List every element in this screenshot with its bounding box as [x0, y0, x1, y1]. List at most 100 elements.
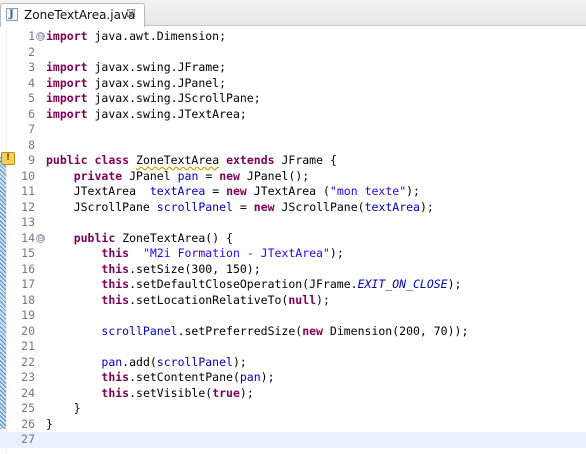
- keyword-token: import: [46, 106, 88, 121]
- code-line[interactable]: 4 import javax.swing.JPanel;: [0, 76, 586, 92]
- code-editor[interactable]: 1 ⊖ import java.awt.Dimension; 2 3 import jav…: [0, 29, 586, 448]
- keyword-token: this: [101, 277, 130, 291]
- string-token: "mon texte": [329, 184, 407, 198]
- code-token: .add(: [122, 354, 157, 369]
- code-token: ZoneTextArea: [136, 153, 220, 167]
- tab-zonetextarea-java[interactable]: J ZoneTextArea.java ☒: [0, 3, 145, 27]
- line-number: 1: [28, 29, 35, 43]
- field-token: scrollPanel: [101, 323, 178, 338]
- line-number: 2: [28, 44, 35, 59]
- code-token: );: [316, 292, 330, 307]
- code-token: =: [212, 184, 220, 198]
- code-text: this.setSize(300, 150);: [46, 261, 260, 278]
- code-line[interactable]: 8: [0, 138, 586, 154]
- line-number: 6: [28, 106, 35, 121]
- code-token: );: [406, 184, 420, 198]
- code-line[interactable]: 22 pan.add(scrollPanel);: [0, 355, 586, 371]
- line-number: 12: [21, 199, 35, 214]
- code-token: =: [205, 168, 213, 183]
- fold-toggle-icon[interactable]: ⊖: [36, 32, 45, 42]
- line-number: 13: [21, 215, 35, 229]
- code-line[interactable]: 7: [0, 122, 586, 138]
- line-number: 24: [21, 385, 35, 400]
- keyword-token: this: [101, 370, 130, 384]
- line-number: 10: [21, 168, 35, 183]
- keyword-token: import: [46, 60, 88, 74]
- field-token: scrollPanel: [156, 199, 233, 214]
- code-text: import javax.swing.JPanel;: [46, 76, 226, 92]
- line-number: 21: [21, 339, 35, 353]
- code-line[interactable]: 26}: [0, 417, 586, 433]
- keyword-token: public: [73, 230, 116, 245]
- keyword-token: this: [101, 261, 130, 276]
- code-text: JTextArea textArea = new JTextArea ("mon…: [46, 184, 420, 200]
- code-line[interactable]: 17 this.setDefaultCloseOperation(JFrame.…: [0, 277, 586, 293]
- field-token: textArea: [364, 199, 420, 214]
- code-token: JScrollPane(: [281, 199, 365, 214]
- line-number: 22: [21, 354, 35, 369]
- code-token: .setPreferredSize(: [177, 323, 303, 338]
- code-line[interactable]: 11 JTextArea textArea = new JTextArea ("…: [0, 184, 586, 200]
- keyword-token: import: [46, 29, 88, 43]
- code-token: javax.swing.JScrollPane;: [94, 91, 261, 105]
- code-line[interactable]: 9 public class ZoneTextArea extends JFram…: [0, 153, 586, 169]
- code-line[interactable]: 23 this.setContentPane(pan);: [0, 370, 586, 386]
- code-token: javax.swing.JPanel;: [94, 75, 227, 90]
- code-line[interactable]: 12 JScrollPane scrollPanel = new JScroll…: [0, 200, 586, 216]
- code-text: this.setDefaultCloseOperation(JFrame.EXI…: [46, 277, 461, 293]
- code-text: }: [46, 417, 53, 433]
- code-token: JScrollPane: [46, 199, 150, 214]
- line-number: 4: [28, 75, 35, 90]
- code-line[interactable]: 20 scrollPanel.setPreferredSize(new Dime…: [0, 324, 586, 340]
- java-editor-window: J ZoneTextArea.java ☒ ! 1 ⊖ import java.aw…: [0, 0, 586, 454]
- code-line[interactable]: 25 }: [0, 401, 586, 417]
- code-line[interactable]: 3 import javax.swing.JFrame;: [0, 60, 586, 76]
- keyword-token: null: [288, 292, 317, 307]
- keyword-token: import: [46, 75, 88, 90]
- code-token: );: [329, 246, 344, 260]
- line-number: 7: [28, 122, 35, 136]
- code-line[interactable]: 24 this.setVisible(true);: [0, 386, 586, 402]
- code-line[interactable]: 6 import javax.swing.JTextArea;: [0, 107, 586, 123]
- line-number: 17: [21, 277, 35, 291]
- code-line[interactable]: 27: [0, 432, 586, 448]
- code-text: this.setContentPane(pan);: [46, 370, 274, 386]
- line-number: 23: [21, 370, 35, 384]
- code-line[interactable]: 14 ⊖ public ZoneTextArea() {: [0, 231, 586, 247]
- tab-title: ZoneTextArea.java: [24, 8, 136, 22]
- keyword-token: new: [253, 199, 275, 214]
- editor-tab-bar: J ZoneTextArea.java ☒: [0, 0, 586, 27]
- code-line[interactable]: 10 private JPanel pan = new JPanel();: [0, 169, 586, 185]
- line-number: 9: [28, 153, 35, 167]
- code-token: .setVisible(: [129, 385, 213, 400]
- code-text: this.setLocationRelativeTo(null);: [46, 293, 330, 309]
- code-line[interactable]: 5 import javax.swing.JScrollPane;: [0, 91, 586, 107]
- code-line[interactable]: 2: [0, 45, 586, 61]
- keyword-token: this: [101, 246, 130, 260]
- code-line[interactable]: 1 ⊖ import java.awt.Dimension;: [0, 29, 586, 45]
- close-icon[interactable]: ☒: [126, 7, 136, 20]
- code-line[interactable]: 19: [0, 308, 586, 324]
- field-token: pan: [101, 354, 123, 369]
- code-token: JFrame {: [281, 153, 337, 167]
- code-token: java.awt.Dimension;: [94, 29, 227, 43]
- code-text: import java.awt.Dimension;: [46, 29, 226, 45]
- fold-toggle-icon[interactable]: ⊖: [36, 233, 45, 243]
- line-number: 5: [28, 91, 35, 105]
- code-line[interactable]: 21: [0, 339, 586, 355]
- code-line[interactable]: 18 this.setLocationRelativeTo(null);: [0, 293, 586, 309]
- code-text: JScrollPane scrollPanel = new JScrollPan…: [46, 200, 434, 216]
- line-number: 14: [21, 230, 35, 245]
- code-text: this.setVisible(true);: [46, 385, 253, 402]
- code-line[interactable]: 13: [0, 215, 586, 231]
- line-number: 19: [21, 308, 35, 322]
- code-line[interactable]: 15 this "M2i Formation - JTextArea");: [0, 246, 586, 262]
- keyword-token: this: [101, 292, 130, 307]
- code-token: =: [239, 199, 247, 214]
- code-line[interactable]: 16 this.setSize(300, 150);: [0, 262, 586, 278]
- code-token: .setLocationRelativeTo(: [129, 292, 289, 307]
- keyword-token: new: [226, 184, 247, 198]
- code-token: javax.swing.JTextArea;: [94, 106, 247, 121]
